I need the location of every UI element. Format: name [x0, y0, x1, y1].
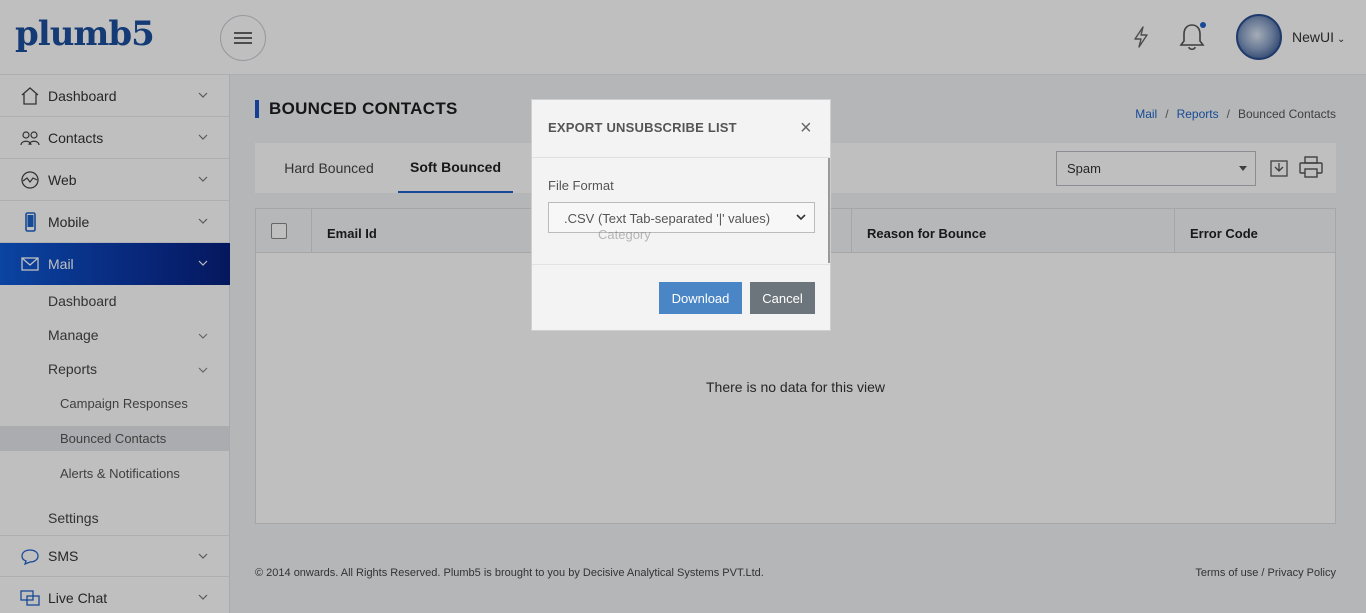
divider	[532, 264, 830, 265]
modal-title: EXPORT UNSUBSCRIBE LIST	[548, 120, 737, 135]
file-format-value: .CSV (Text Tab-separated '|' values)	[564, 211, 771, 226]
divider	[532, 157, 830, 158]
modal-scrollbar[interactable]	[828, 158, 830, 263]
cancel-button[interactable]: Cancel	[750, 282, 815, 314]
file-format-label: File Format	[548, 178, 614, 193]
ghost-category-text: Category	[598, 227, 651, 242]
chevron-down-icon	[796, 214, 806, 221]
file-format-select[interactable]: .CSV (Text Tab-separated '|' values)	[548, 202, 815, 233]
download-button[interactable]: Download	[659, 282, 742, 314]
export-unsubscribe-modal: EXPORT UNSUBSCRIBE LIST × File Format .C…	[531, 99, 831, 331]
close-icon[interactable]: ×	[800, 118, 812, 138]
